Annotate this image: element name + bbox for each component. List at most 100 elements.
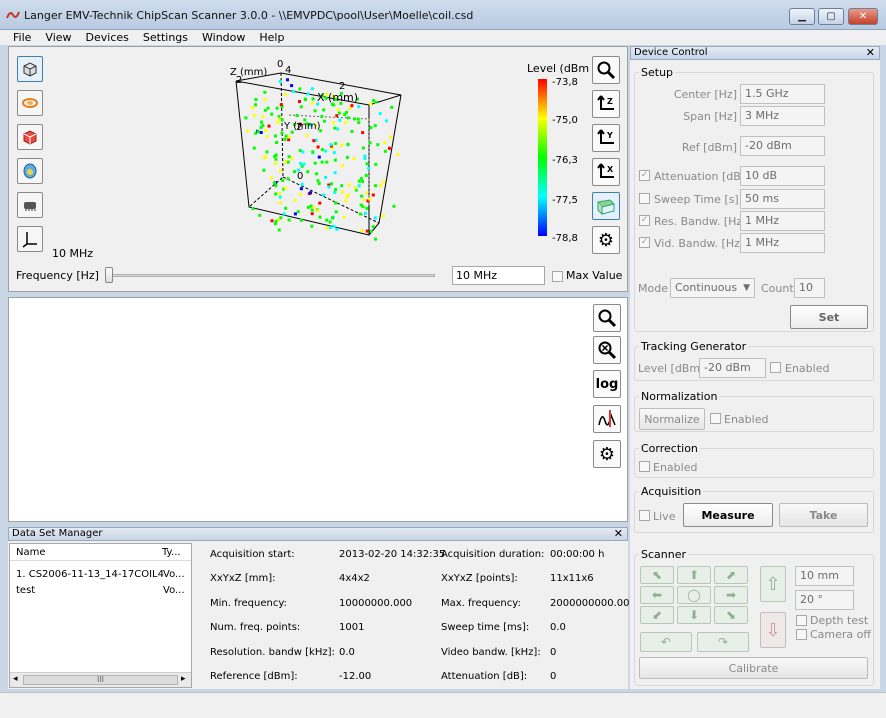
chip-tool[interactable] bbox=[17, 192, 43, 218]
view-box-tool[interactable] bbox=[17, 56, 43, 82]
normalize-button[interactable]: Normalize bbox=[639, 408, 705, 430]
live-checkbox[interactable] bbox=[639, 510, 650, 521]
settings-3d-button[interactable]: ⚙ bbox=[592, 226, 620, 254]
vid-bandwidth-field[interactable]: 1 MHz bbox=[740, 233, 825, 253]
correction-enabled-checkbox[interactable] bbox=[639, 461, 650, 472]
menu-view[interactable]: View bbox=[45, 31, 71, 44]
ref-field[interactable]: -20 dBm bbox=[740, 136, 825, 156]
scan-point bbox=[293, 170, 296, 174]
axis-tool[interactable] bbox=[17, 226, 43, 252]
maximize-button[interactable]: ▢ bbox=[818, 8, 844, 25]
device-control-close-icon[interactable]: ✕ bbox=[866, 47, 875, 59]
menu-devices[interactable]: Devices bbox=[86, 31, 129, 44]
center-field[interactable]: 1.5 GHz bbox=[740, 84, 825, 104]
tick-label: 0 bbox=[297, 171, 303, 182]
move-z-down-button[interactable]: ⇩ bbox=[760, 612, 786, 648]
move-right-button[interactable]: ➡ bbox=[714, 586, 748, 604]
menu-window[interactable]: Window bbox=[202, 31, 245, 44]
list-item[interactable]: test bbox=[16, 585, 35, 596]
field-view-tool[interactable] bbox=[17, 90, 43, 116]
scan-point bbox=[348, 107, 352, 110]
scroll-thumb[interactable]: III bbox=[23, 675, 178, 685]
dsm-close-icon[interactable]: ✕ bbox=[614, 528, 623, 540]
horizontal-scrollbar[interactable]: ◂ III ▸ bbox=[10, 672, 191, 687]
rotate-left-button[interactable]: ↶ bbox=[640, 632, 692, 652]
ref-label: Ref [dBm] bbox=[681, 141, 737, 154]
waves-icon bbox=[22, 98, 38, 108]
move-left-button[interactable]: ⬅ bbox=[640, 586, 674, 604]
mode-select[interactable]: Continuous ▼ bbox=[670, 278, 755, 298]
zoom-3d-button[interactable] bbox=[592, 56, 620, 84]
move-down-right-button[interactable]: ⬊ bbox=[714, 606, 748, 624]
view-y-button[interactable]: Y bbox=[592, 124, 620, 152]
move-up-button[interactable]: ⬆ bbox=[677, 566, 711, 584]
scan-3d-plot[interactable]: Z (mm) 2 0 4 2 X (mm) Y (mm) 2 0 bbox=[209, 55, 439, 255]
scan-point bbox=[334, 188, 338, 192]
axis-icon bbox=[22, 232, 37, 248]
scan-point bbox=[293, 212, 297, 216]
settings-2d-button[interactable]: ⚙ bbox=[593, 440, 621, 468]
scan-point bbox=[357, 121, 361, 125]
move-up-left-button[interactable]: ⬉ bbox=[640, 566, 674, 584]
frequency-input[interactable]: 10 MHz bbox=[452, 266, 545, 285]
log-scale-button[interactable]: log bbox=[593, 370, 621, 398]
scan-point bbox=[299, 187, 303, 191]
menu-help[interactable]: Help bbox=[259, 31, 284, 44]
set-button[interactable]: Set bbox=[790, 305, 868, 329]
spectrum-plot[interactable]: log ⚙ bbox=[8, 297, 628, 522]
calibrate-button[interactable]: Calibrate bbox=[639, 657, 868, 679]
marker-button[interactable] bbox=[593, 405, 621, 433]
step-field[interactable]: 10 mm bbox=[795, 566, 854, 586]
minimize-button[interactable]: ▁ bbox=[789, 8, 815, 25]
camera-off-checkbox[interactable] bbox=[796, 629, 807, 640]
move-down-left-button[interactable]: ⬋ bbox=[640, 606, 674, 624]
move-down-button[interactable]: ⬇ bbox=[677, 606, 711, 624]
sweep-time-field[interactable]: 50 ms bbox=[740, 189, 825, 209]
attenuation-checkbox[interactable]: ✓ bbox=[639, 170, 650, 181]
scan-point bbox=[282, 212, 286, 216]
scan-point bbox=[261, 115, 265, 119]
res-bandwidth-checkbox[interactable]: ✓ bbox=[639, 215, 650, 226]
angle-field[interactable]: 20 ° bbox=[795, 590, 854, 610]
count-field[interactable]: 10 bbox=[794, 278, 825, 298]
zoom-2d-button[interactable] bbox=[593, 304, 621, 332]
column-type-header[interactable]: Ty... bbox=[162, 547, 181, 558]
move-up-right-button[interactable]: ⬈ bbox=[714, 566, 748, 584]
close-button[interactable]: ✕ bbox=[848, 8, 878, 25]
menu-file[interactable]: File bbox=[13, 31, 31, 44]
frequency-slider-track[interactable] bbox=[109, 274, 435, 277]
view-x-button[interactable]: X bbox=[592, 158, 620, 186]
attenuation-field[interactable]: 10 dB bbox=[740, 166, 825, 186]
list-item[interactable]: 1. CS2006-11-13_14-17COIL4 bbox=[16, 569, 164, 580]
depth-test-checkbox[interactable] bbox=[796, 615, 807, 626]
zoom-reset-button[interactable] bbox=[593, 336, 621, 364]
scan-point bbox=[267, 124, 271, 128]
column-name-header[interactable]: Name bbox=[16, 547, 46, 558]
move-home-button[interactable]: ◯ bbox=[677, 586, 711, 604]
frequency-slider-handle[interactable] bbox=[105, 267, 113, 283]
correction-enabled-label: Enabled bbox=[653, 461, 698, 474]
probe-tool[interactable] bbox=[17, 158, 43, 184]
span-field[interactable]: 3 MHz bbox=[740, 106, 825, 126]
scroll-left-icon[interactable]: ◂ bbox=[13, 674, 18, 684]
tracking-level-field[interactable]: -20 dBm bbox=[699, 358, 766, 378]
measure-button[interactable]: Measure bbox=[683, 503, 773, 527]
scan-point bbox=[369, 102, 373, 106]
red-cube-tool[interactable] bbox=[17, 124, 43, 150]
maximize-icon: ▢ bbox=[826, 11, 836, 22]
normalization-enabled-checkbox[interactable] bbox=[710, 413, 721, 424]
sweep-time-checkbox[interactable] bbox=[639, 193, 650, 204]
menu-settings[interactable]: Settings bbox=[143, 31, 188, 44]
res-bandwidth-field[interactable]: 1 MHz bbox=[740, 211, 825, 231]
take-button[interactable]: Take bbox=[779, 503, 868, 527]
move-z-up-button[interactable]: ⇧ bbox=[760, 566, 786, 602]
vid-bandwidth-checkbox[interactable]: ✓ bbox=[639, 237, 650, 248]
dataset-list[interactable]: Name Ty... 1. CS2006-11-13_14-17COIL4 Vo… bbox=[9, 543, 192, 688]
rotate-right-button[interactable]: ↷ bbox=[697, 632, 749, 652]
tracking-enabled-checkbox[interactable] bbox=[770, 362, 781, 373]
view-z-button[interactable]: Z bbox=[592, 90, 620, 118]
scan-point bbox=[387, 146, 391, 150]
max-value-checkbox[interactable] bbox=[552, 271, 563, 282]
surface-view-button[interactable] bbox=[592, 192, 620, 220]
scroll-right-icon[interactable]: ▸ bbox=[181, 674, 186, 684]
